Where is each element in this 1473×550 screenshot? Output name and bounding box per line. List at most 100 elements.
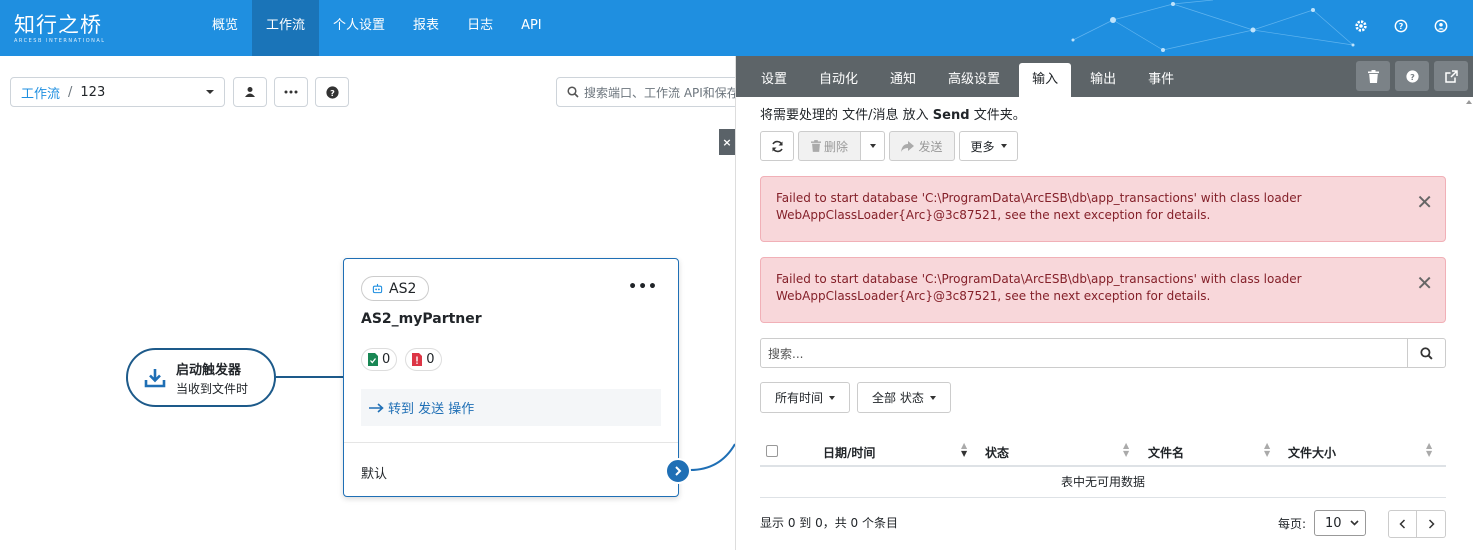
file-search-input[interactable]: 搜索...: [760, 338, 1408, 368]
help-icon: ?: [1405, 69, 1419, 83]
file-check-icon: [368, 353, 378, 366]
brand-logo[interactable]: 知行之桥 ARCESB INTERNATIONAL: [14, 14, 106, 44]
tab-advanced[interactable]: 高级设置: [935, 63, 1013, 97]
svg-text:?: ?: [1399, 22, 1404, 31]
time-filter-dropdown[interactable]: 所有时间: [760, 382, 851, 413]
user-button[interactable]: [233, 77, 267, 107]
chevron-down-icon: [929, 395, 936, 400]
nav-workflow[interactable]: 工作流: [252, 0, 320, 56]
refresh-icon: [771, 140, 783, 152]
tab-output[interactable]: 输出: [1077, 63, 1129, 97]
nav-reports[interactable]: 报表: [399, 0, 453, 56]
card-menu-ellipsis-icon[interactable]: •••: [628, 279, 658, 295]
error-alert: Failed to start database 'C:\ProgramData…: [760, 176, 1446, 242]
alert-line-1: Failed to start database 'C:\ProgramData…: [776, 191, 1302, 205]
nav-api[interactable]: API: [507, 0, 556, 56]
breadcrumb[interactable]: 工作流 / 123: [10, 77, 225, 107]
download-icon: [144, 368, 166, 387]
arrow-right-icon: [369, 402, 384, 413]
col-datetime[interactable]: 日期/时间: [823, 444, 875, 461]
nav-profile[interactable]: 个人设置: [319, 0, 399, 56]
trigger-title: 启动触发器: [176, 362, 242, 378]
select-all-checkbox[interactable]: [766, 445, 778, 457]
refresh-button[interactable]: [760, 131, 794, 161]
status-filter-dropdown[interactable]: 全部 状态: [857, 382, 951, 413]
col-filename[interactable]: 文件名: [1148, 444, 1184, 461]
chevron-right-icon: [675, 466, 682, 476]
time-filter-label: 所有时间: [775, 391, 824, 405]
chevron-down-icon: [206, 90, 214, 94]
as2-port-card[interactable]: AS2 ••• AS2_myPartner 0 0 转到 发送 操作 默认: [343, 258, 691, 497]
card-divider: [344, 442, 678, 443]
more-actions-button[interactable]: 更多: [959, 131, 1018, 161]
main-nav: 概览 工作流 个人设置 报表 日志 API: [198, 0, 556, 56]
file-search-button[interactable]: [1408, 338, 1446, 368]
search-icon: [1420, 346, 1433, 360]
sort-icon[interactable]: ▲ ▼: [1426, 442, 1432, 458]
more-label: 更多: [970, 139, 995, 154]
close-panel-button[interactable]: ×: [719, 129, 735, 155]
popout-button[interactable]: [1434, 61, 1468, 91]
per-page-select[interactable]: 10: [1314, 510, 1366, 536]
more-button[interactable]: [274, 77, 308, 107]
file-error-icon: [412, 353, 423, 366]
col-filesize[interactable]: 文件大小: [1288, 444, 1336, 461]
per-page-label: 每页:: [1277, 516, 1306, 531]
port-detail-panel: 设置 自动化 通知 高级设置 输入 输出 事件 ? 将需要处理的 文件/消息 放…: [735, 56, 1473, 550]
user-icon[interactable]: [1431, 16, 1451, 36]
external-link-icon: [1444, 69, 1458, 83]
gear-icon[interactable]: [1351, 16, 1371, 36]
status-filter-label: 全部 状态: [872, 391, 924, 405]
error-count-badge[interactable]: 0: [405, 348, 442, 371]
sort-icon[interactable]: ▲ ▼: [1123, 442, 1129, 458]
scroll-up-arrow-icon[interactable]: [1465, 97, 1473, 107]
success-count-badge[interactable]: 0: [361, 348, 398, 371]
help-icon[interactable]: ?: [1391, 16, 1411, 36]
nav-overview[interactable]: 概览: [198, 0, 252, 56]
sort-icon[interactable]: ▲ ▼: [1264, 442, 1270, 458]
goto-send-action[interactable]: 转到 发送 操作: [361, 389, 661, 426]
prev-page-button[interactable]: [1388, 510, 1417, 538]
chevron-down-icon: [1000, 144, 1007, 148]
delete-button[interactable]: 删除: [798, 131, 861, 161]
close-icon[interactable]: ✕: [1416, 192, 1433, 212]
start-trigger-node[interactable]: 启动触发器 当收到文件时: [126, 348, 276, 407]
help-button[interactable]: ?: [315, 77, 349, 107]
tab-settings[interactable]: 设置: [748, 63, 800, 97]
alert-line-1: Failed to start database 'C:\ProgramData…: [776, 272, 1302, 286]
next-page-button[interactable]: [1417, 510, 1446, 538]
search-icon: [567, 86, 579, 98]
alert-line-2: WebAppClassLoader{Arc}@3c87521, see the …: [776, 208, 1211, 222]
tab-events[interactable]: 事件: [1135, 63, 1187, 97]
sort-desc-icon[interactable]: ▲ ▼: [961, 442, 967, 458]
delete-label: 删除: [823, 139, 848, 154]
trigger-subtitle: 当收到文件时: [176, 381, 249, 396]
output-connector[interactable]: [665, 458, 691, 484]
close-icon[interactable]: ✕: [1416, 273, 1433, 293]
col-status[interactable]: 状态: [985, 444, 1009, 461]
tab-alerts[interactable]: 通知: [877, 63, 929, 97]
tab-automation[interactable]: 自动化: [806, 63, 871, 97]
help-icon: ?: [325, 85, 339, 99]
tab-input[interactable]: 输入: [1019, 63, 1072, 97]
table-header: 日期/时间 ▲ ▼ 状态 ▲ ▼ 文件名 ▲ ▼ 文件大小 ▲ ▼: [760, 435, 1446, 467]
delete-dropdown-toggle[interactable]: [861, 131, 885, 161]
nav-logs[interactable]: 日志: [453, 0, 507, 56]
robot-icon: [372, 283, 383, 294]
svg-text:?: ?: [330, 87, 335, 97]
pagination: [1388, 510, 1446, 538]
breadcrumb-root[interactable]: 工作流: [21, 83, 60, 102]
send-button[interactable]: 发送: [889, 131, 955, 161]
alert-line-2: WebAppClassLoader{Arc}@3c87521, see the …: [776, 289, 1211, 303]
canvas-search-input[interactable]: 搜索端口、工作流 API和保存: [556, 77, 756, 107]
chevron-down-icon: [869, 144, 876, 148]
trash-icon: [1367, 69, 1379, 83]
top-tools: ?: [1351, 16, 1451, 36]
svg-text:?: ?: [1410, 71, 1415, 81]
canvas-search-placeholder: 搜索端口、工作流 API和保存: [584, 85, 739, 100]
table-footer: 显示 0 到 0，共 0 个条目 每页: 10: [760, 498, 1446, 538]
success-count: 0: [382, 352, 391, 367]
desc-prefix: 将需要处理的 文件/消息 放入: [760, 108, 929, 123]
panel-help-button[interactable]: ?: [1395, 61, 1429, 91]
delete-port-button[interactable]: [1356, 61, 1390, 91]
